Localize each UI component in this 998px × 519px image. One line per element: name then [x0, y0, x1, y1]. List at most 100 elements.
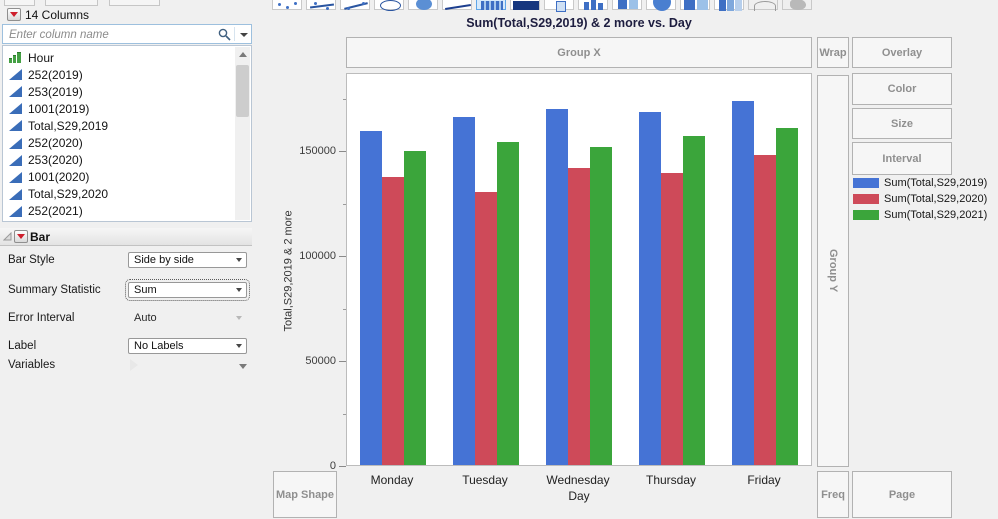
- ellipse-icon[interactable]: [374, 0, 404, 10]
- bar-tuesday-2020[interactable]: [475, 192, 497, 465]
- column-item[interactable]: 252(2020): [4, 135, 237, 152]
- legend-entry[interactable]: Sum(Total,S29,2021): [853, 209, 987, 221]
- map-shape-icon[interactable]: [782, 0, 812, 10]
- column-item[interactable]: 1001(2020): [4, 169, 237, 186]
- y-major-tick: [339, 256, 346, 257]
- column-item[interactable]: 1001(2019): [4, 100, 237, 117]
- bar-friday-2019[interactable]: [732, 101, 754, 465]
- mosaic-icon[interactable]: [714, 0, 744, 10]
- bar-thursday-2021[interactable]: [683, 136, 705, 465]
- line-icon[interactable]: [442, 0, 472, 10]
- drop-zone-map-shape[interactable]: Map Shape: [273, 471, 337, 518]
- blue-ramp-icon: [9, 86, 22, 97]
- plot-area[interactable]: [346, 73, 812, 466]
- label-select[interactable]: No Labels: [128, 338, 247, 354]
- legend-label: Sum(Total,S29,2021): [884, 209, 987, 221]
- treemap-icon[interactable]: [680, 0, 710, 10]
- column-name: Total,S29,2019: [28, 119, 108, 133]
- area-icon[interactable]: [510, 0, 540, 10]
- column-item[interactable]: Hour: [4, 49, 237, 66]
- bar-red-triangle-button[interactable]: [14, 230, 28, 243]
- bar-wednesday-2021[interactable]: [590, 147, 612, 465]
- blue-ramp-icon: [9, 189, 22, 200]
- column-item[interactable]: Total,S29,2019: [4, 117, 237, 134]
- points-icon[interactable]: [272, 0, 302, 10]
- bar-friday-2021[interactable]: [776, 128, 798, 465]
- y-major-tick: [339, 361, 346, 362]
- drop-zone-interval[interactable]: Interval: [852, 142, 952, 175]
- drop-zone-color[interactable]: Color: [852, 73, 952, 105]
- column-name: 1001(2019): [28, 102, 89, 116]
- bar-icon[interactable]: [476, 0, 506, 10]
- legend-swatch: [853, 178, 879, 188]
- summary-statistic-select[interactable]: Sum: [128, 282, 247, 298]
- bar-thursday-2019[interactable]: [639, 112, 661, 465]
- column-name: 1001(2020): [28, 170, 89, 184]
- variables-expand-icon[interactable]: [130, 359, 138, 371]
- y-tick-label: 50000: [272, 354, 336, 368]
- error-interval-select[interactable]: Auto: [128, 310, 247, 326]
- drop-zone-group-y[interactable]: Group Y: [817, 75, 849, 467]
- blue-ramp-icon: [9, 172, 22, 183]
- drop-zone-freq[interactable]: Freq: [817, 471, 849, 518]
- drop-zone-group-x[interactable]: Group X: [346, 37, 812, 68]
- scrollbar-thumb[interactable]: [236, 65, 249, 117]
- cutoff-button-stub[interactable]: [4, 0, 35, 6]
- bar-style-select[interactable]: Side by side: [128, 252, 247, 268]
- bar-monday-2021[interactable]: [404, 151, 426, 465]
- x-tick-label: Tuesday: [435, 473, 535, 487]
- drop-zone-wrap[interactable]: Wrap: [817, 37, 849, 68]
- bar-monday-2019[interactable]: [360, 131, 382, 465]
- bar-monday-2020[interactable]: [382, 177, 404, 465]
- formula-icon[interactable]: [748, 0, 778, 10]
- search-dropdown-icon[interactable]: [240, 33, 248, 37]
- bar-friday-2020[interactable]: [754, 155, 776, 465]
- bar-tuesday-2021[interactable]: [497, 142, 519, 465]
- smoother-icon[interactable]: [306, 0, 336, 10]
- collapse-section-icon[interactable]: [3, 232, 12, 241]
- column-item[interactable]: 253(2020): [4, 152, 237, 169]
- y-axis-title: Total,S29,2019 & 2 more: [283, 212, 298, 332]
- column-item[interactable]: 252(2021): [4, 203, 237, 220]
- chevron-down-icon: [236, 258, 242, 262]
- bar-tuesday-2019[interactable]: [453, 117, 475, 465]
- y-minor-tick: [343, 414, 346, 415]
- scroll-down-icon[interactable]: [239, 364, 247, 369]
- drop-zone-page[interactable]: Page: [852, 471, 952, 518]
- blue-ramp-icon: [9, 103, 22, 114]
- bar-wednesday-2020[interactable]: [568, 168, 590, 465]
- histogram-icon[interactable]: [578, 0, 608, 10]
- column-list-scrollbar[interactable]: [235, 47, 250, 220]
- legend-label: Sum(Total,S29,2019): [884, 177, 987, 189]
- blue-ramp-icon: [9, 206, 22, 217]
- contour-icon[interactable]: [408, 0, 438, 10]
- column-item[interactable]: Total,S29,2020: [4, 186, 237, 203]
- line-of-fit-icon[interactable]: [340, 0, 370, 10]
- columns-red-triangle-button[interactable]: [7, 8, 21, 21]
- legend-entry[interactable]: Sum(Total,S29,2019): [853, 177, 987, 189]
- x-tick-label: Thursday: [621, 473, 721, 487]
- search-input[interactable]: [5, 26, 207, 44]
- column-item[interactable]: 252(2019): [4, 66, 237, 83]
- heatmap-icon[interactable]: [612, 0, 642, 10]
- scroll-up-icon[interactable]: [239, 52, 247, 57]
- cutoff-button-stub[interactable]: [45, 0, 98, 6]
- column-item[interactable]: 253(2019): [4, 83, 237, 100]
- drop-zone-overlay[interactable]: Overlay: [852, 37, 952, 68]
- box-plot-icon[interactable]: [544, 0, 574, 10]
- chevron-down-icon: [236, 344, 242, 348]
- bar-thursday-2020[interactable]: [661, 173, 683, 465]
- legend-entry[interactable]: Sum(Total,S29,2020): [853, 193, 987, 205]
- drop-zone-size[interactable]: Size: [852, 108, 952, 139]
- y-minor-tick: [343, 204, 346, 205]
- cutoff-button-stub[interactable]: [109, 0, 160, 6]
- column-name: 252(2021): [28, 204, 83, 218]
- pie-icon[interactable]: [646, 0, 676, 10]
- summary-statistic-label: Summary Statistic: [8, 282, 101, 298]
- bar-wednesday-2019[interactable]: [546, 109, 568, 465]
- label-label: Label: [8, 338, 36, 354]
- graph-builder-window: 14 Columns Hour252(2019)253(2019)1001(20…: [0, 0, 998, 519]
- search-icon[interactable]: [218, 28, 231, 41]
- bar-style-label: Bar Style: [8, 252, 55, 268]
- column-list: Hour252(2019)253(2019) 1001(2019) Total,S2…: [2, 45, 252, 222]
